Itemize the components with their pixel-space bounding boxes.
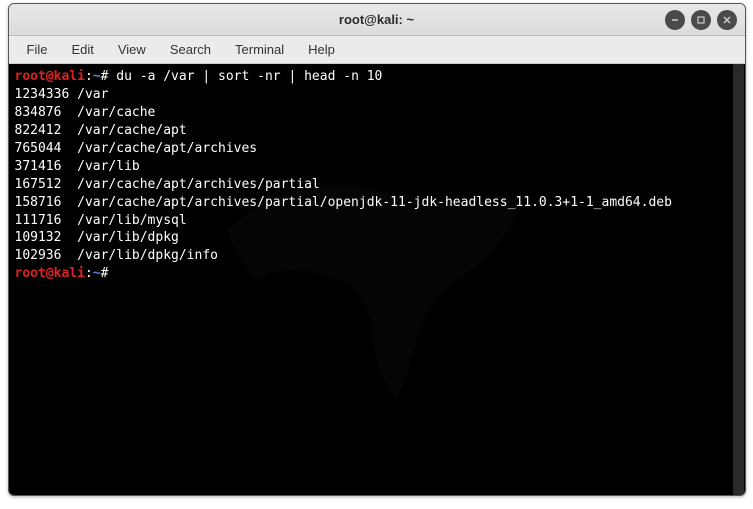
- prompt-user-host: root@kali: [15, 266, 85, 281]
- window-controls: [665, 10, 737, 30]
- window-title: root@kali: ~: [339, 12, 414, 27]
- maximize-button[interactable]: [691, 10, 711, 30]
- terminal-window: root@kali: ~ File Edit View Search Termi…: [8, 3, 746, 496]
- minimize-button[interactable]: [665, 10, 685, 30]
- menu-search[interactable]: Search: [160, 39, 221, 60]
- menu-terminal[interactable]: Terminal: [225, 39, 294, 60]
- output-line: 102936 /var/lib/dpkg/info: [15, 247, 739, 265]
- output-line: 158716 /var/cache/apt/archives/partial/o…: [15, 194, 739, 212]
- output-line: 109132 /var/lib/dpkg: [15, 229, 739, 247]
- output-line: 822412 /var/cache/apt: [15, 122, 739, 140]
- prompt-path: ~: [93, 266, 101, 281]
- close-button[interactable]: [717, 10, 737, 30]
- minimize-icon: [670, 15, 680, 25]
- prompt-separator: :: [85, 69, 93, 84]
- prompt-separator: :: [85, 266, 93, 281]
- command-line: root@kali:~# du -a /var | sort -nr | hea…: [15, 68, 739, 86]
- output-line: 371416 /var/lib: [15, 158, 739, 176]
- output-line: 834876 /var/cache: [15, 104, 739, 122]
- output-line: 167512 /var/cache/apt/archives/partial: [15, 176, 739, 194]
- output-line: 765044 /var/cache/apt/archives: [15, 140, 739, 158]
- output-line: 1234336 /var: [15, 86, 739, 104]
- terminal-content: root@kali:~# du -a /var | sort -nr | hea…: [15, 68, 739, 283]
- prompt-path: ~: [93, 69, 101, 84]
- output-line: 111716 /var/lib/mysql: [15, 212, 739, 230]
- prompt-line: root@kali:~#: [15, 265, 739, 283]
- menu-file[interactable]: File: [17, 39, 58, 60]
- prompt-user-host: root@kali: [15, 69, 85, 84]
- terminal-area[interactable]: root@kali:~# du -a /var | sort -nr | hea…: [9, 64, 745, 495]
- menu-edit[interactable]: Edit: [61, 39, 103, 60]
- prompt-symbol: #: [101, 69, 117, 84]
- close-icon: [722, 15, 732, 25]
- titlebar: root@kali: ~: [9, 4, 745, 36]
- prompt-symbol: #: [101, 266, 117, 281]
- menu-view[interactable]: View: [108, 39, 156, 60]
- maximize-icon: [696, 15, 706, 25]
- command-text: du -a /var | sort -nr | head -n 10: [116, 69, 382, 84]
- menubar: File Edit View Search Terminal Help: [9, 36, 745, 64]
- menu-help[interactable]: Help: [298, 39, 345, 60]
